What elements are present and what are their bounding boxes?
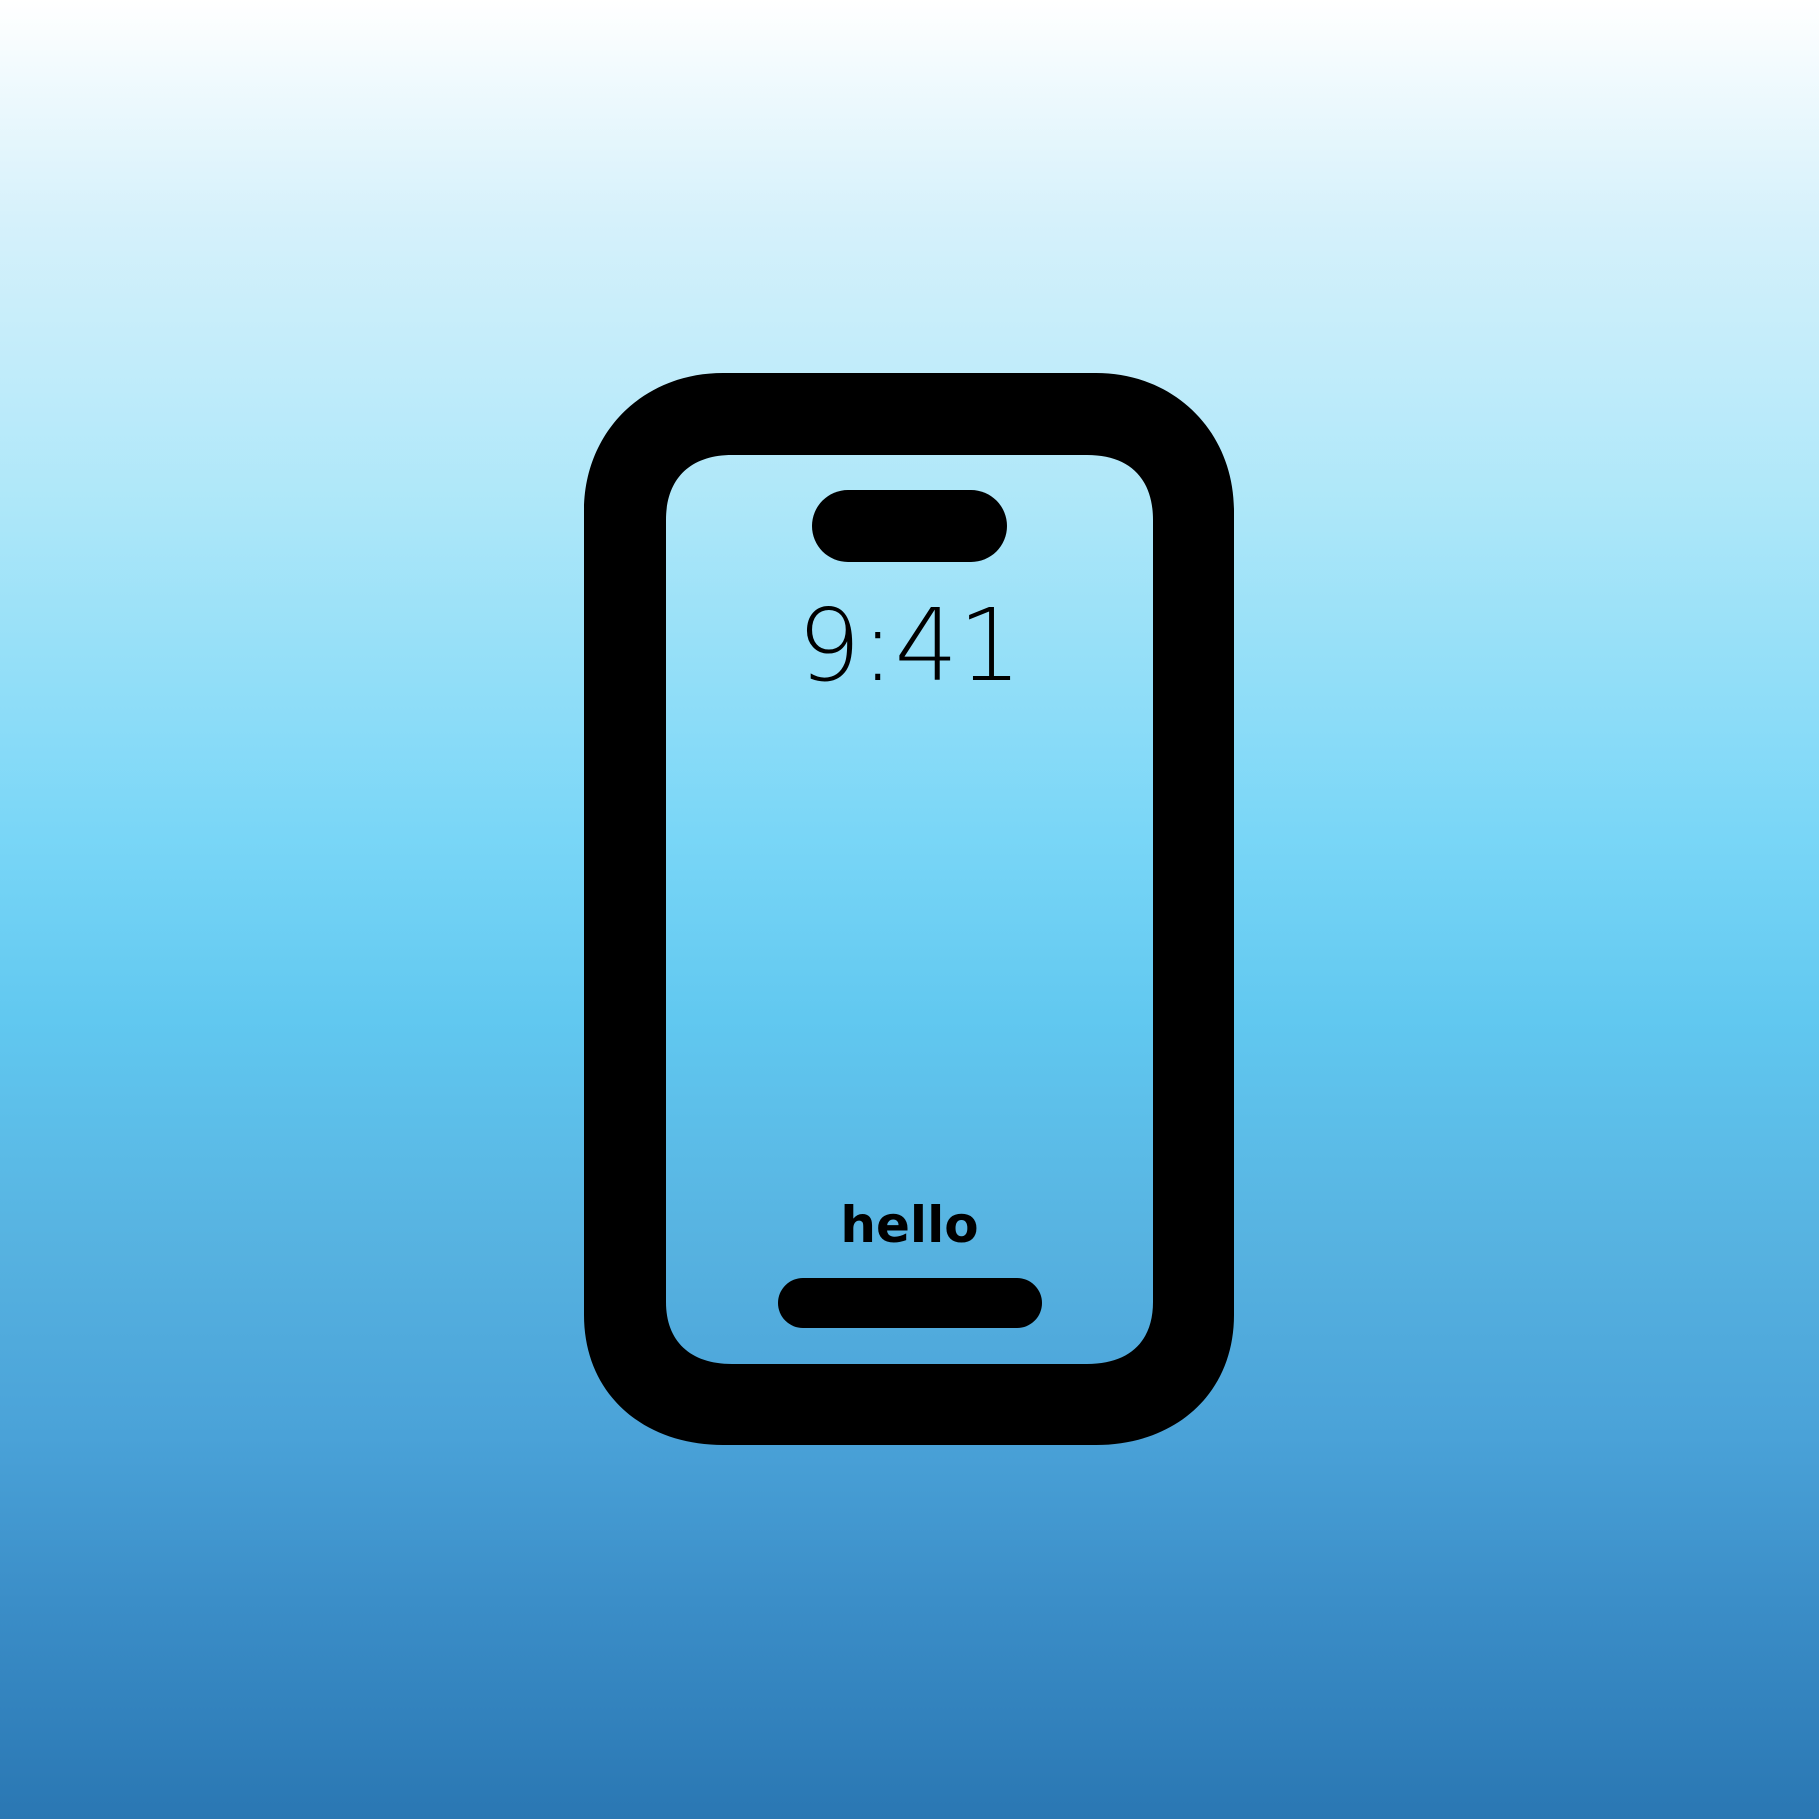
lock-screen-time: 9:41 [797, 587, 1022, 704]
greeting-text: hello [840, 1196, 979, 1254]
home-indicator-icon [778, 1278, 1042, 1328]
smartphone-icon [584, 373, 1234, 1445]
dynamic-island-icon [812, 490, 1007, 562]
